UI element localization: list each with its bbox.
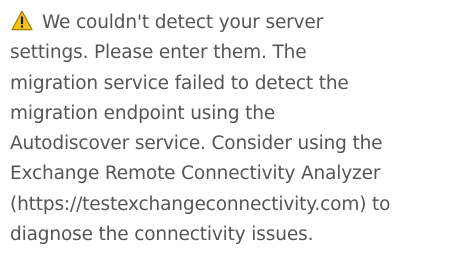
message-line: (https://testexchangeconnectivity.com) t… [10,193,391,215]
message-line: settings. Please enter them. The [10,42,307,64]
message-line: We couldn't detect your server [10,8,450,38]
warning-icon [11,10,33,31]
message-line-text: We couldn't detect your server [42,12,324,33]
message-line: migration service failed to detect the [10,72,349,94]
message-line: migration endpoint using the [10,102,276,124]
message-line: Exchange Remote Connectivity Analyzer [10,163,381,185]
message-line: Autodiscover service. Consider using the [10,133,383,155]
error-message: We couldn't detect your server settings.… [10,8,450,250]
message-line: diagnose the connectivity issues. [10,224,314,246]
